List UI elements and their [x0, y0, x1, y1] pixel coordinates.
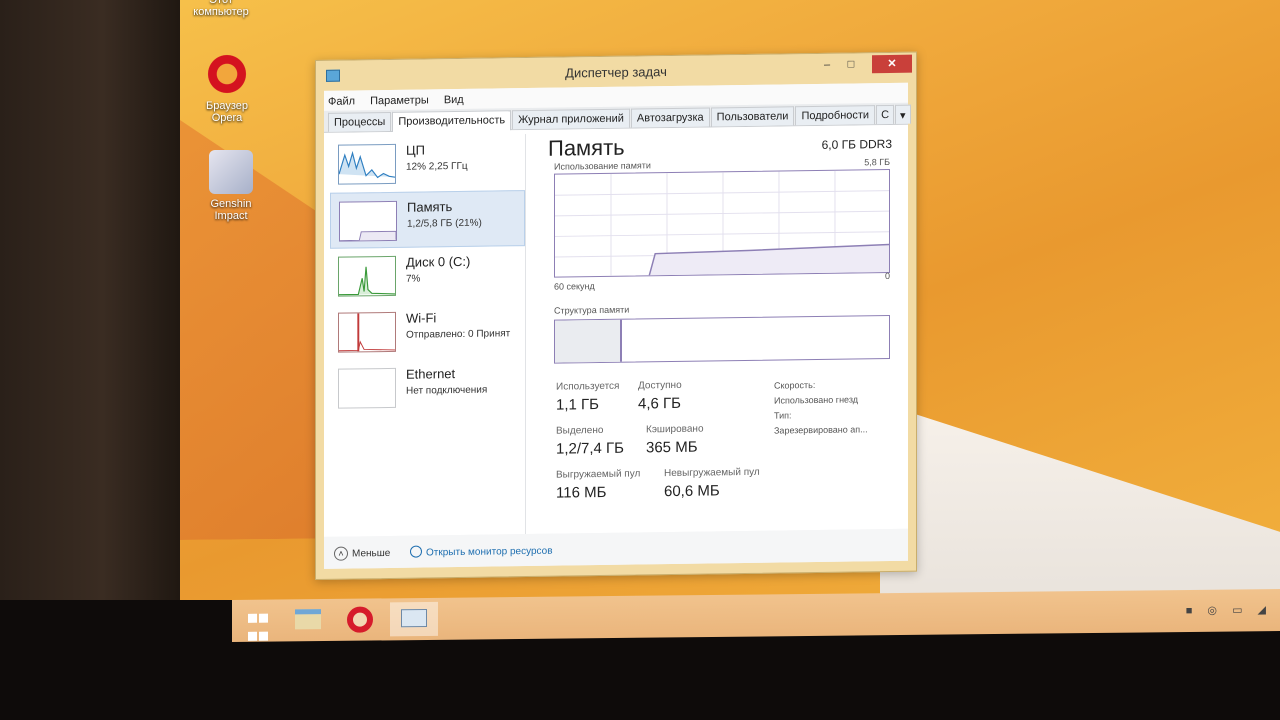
stat-label: Доступно — [638, 379, 682, 392]
opera-icon — [205, 52, 249, 96]
memory-structure-used — [555, 319, 622, 363]
taskbar-opera[interactable] — [340, 604, 380, 634]
menu-options[interactable]: Параметры — [370, 94, 429, 107]
memory-structure-bar — [554, 314, 890, 364]
fewer-details-button[interactable]: ˄ Меньше — [334, 546, 390, 561]
menu-view[interactable]: Вид — [444, 94, 464, 106]
stat-label: Выгружаемый пул — [556, 468, 641, 481]
stat-value: 60,6 МБ — [664, 482, 720, 501]
resource-sub: Нет подключения — [406, 384, 488, 397]
window-client: Файл Параметры Вид Процессы Производител… — [324, 82, 911, 569]
time-axis-label: 60 секунд — [554, 281, 595, 292]
close-button[interactable]: ✕ — [872, 54, 912, 74]
side-stat-speed: Скорость: — [774, 380, 816, 391]
wifi-mini-graph — [338, 311, 396, 353]
resource-sub: Отправлено: 0 Принят — [406, 328, 511, 341]
tab-scroll-button[interactable]: ▾ — [895, 104, 911, 124]
stat-label: Невыгружаемый пул — [664, 466, 760, 480]
memory-usage-graph — [554, 168, 890, 278]
chevron-up-icon: ˄ — [334, 546, 348, 561]
system-tray[interactable]: ■ ◎ ▭ ◢ — [1186, 603, 1272, 617]
stat-nonpaged-pool: Невыгружаемый пул 60,6 МБ — [664, 467, 760, 500]
desktop-icon-opera[interactable]: Браузер Opera — [192, 52, 262, 124]
zero-axis-label: 0 — [884, 270, 890, 282]
stat-committed: Выделено 1,2/7,4 ГБ — [556, 425, 624, 458]
menu-file[interactable]: Файл — [328, 95, 355, 107]
stat-value: 365 МБ — [646, 438, 698, 457]
minimize-button[interactable]: – — [814, 56, 840, 74]
structure-label: Структура памяти — [554, 304, 630, 316]
resource-item-disk[interactable]: Диск 0 (C:) 7% — [330, 246, 525, 305]
memory-detail: Память 6,0 ГБ DDR3 Использование памяти … — [538, 125, 900, 534]
stat-value: 1,2/7,4 ГБ — [556, 439, 625, 458]
window-footer: ˄ Меньше Открыть монитор ресурсов — [324, 528, 908, 569]
ethernet-mini-graph — [338, 367, 396, 409]
resource-item-memory[interactable]: Память 1,2/5,8 ГБ (21%) — [330, 190, 525, 249]
stat-value: 4,6 ГБ — [638, 394, 681, 413]
tab-app-history[interactable]: Журнал приложений — [512, 108, 630, 130]
stat-available: Доступно 4,6 ГБ — [638, 380, 682, 413]
memory-side-stats: Скорость: Использовано гнезд Тип: Зарезе… — [774, 377, 868, 438]
usage-label: Использование памяти — [554, 160, 651, 172]
tab-processes[interactable]: Процессы — [328, 111, 392, 132]
resource-sub: 1,2/5,8 ГБ (21%) — [407, 217, 482, 230]
memory-type: 6,0 ГБ DDR3 — [821, 136, 892, 152]
resource-item-ethernet[interactable]: Ethernet Нет подключения — [330, 358, 525, 417]
desktop-icon-genshin[interactable]: Genshin Impact — [196, 150, 266, 222]
side-stat-reserved: Зарезервировано ап... — [774, 424, 868, 436]
taskbar-explorer[interactable] — [288, 605, 328, 635]
genshin-icon — [209, 150, 253, 194]
tab-users[interactable]: Пользователи — [710, 106, 795, 127]
start-button[interactable] — [238, 606, 278, 641]
disk-mini-graph — [338, 255, 396, 297]
resource-name: Wi-Fi — [406, 310, 437, 326]
desktop-icon-this-pc[interactable]: Этот компьютер — [186, 0, 256, 18]
stat-label: Кэшировано — [646, 423, 704, 436]
tab-details[interactable]: Подробности — [795, 105, 876, 126]
file-explorer-icon — [295, 609, 321, 630]
tab-services[interactable]: С — [876, 104, 895, 125]
performance-panel: ЦП 12% 2,25 ГГц Память 1,2/5,8 ГБ (21%) — [324, 124, 908, 537]
wallpaper-shape — [880, 398, 1280, 602]
stat-value: 116 МБ — [556, 483, 607, 502]
usage-max-label: 5,8 ГБ — [864, 156, 890, 168]
side-stat-slots: Использовано гнезд — [774, 394, 859, 406]
task-manager-icon — [401, 608, 427, 628]
stat-label: Выделено — [556, 424, 604, 437]
fewer-details-label: Меньше — [352, 547, 391, 560]
side-stat-type: Тип: — [774, 410, 792, 421]
memory-mini-graph — [339, 200, 397, 242]
tab-startup[interactable]: Автозагрузка — [630, 107, 710, 128]
resource-list: ЦП 12% 2,25 ГГц Память 1,2/5,8 ГБ (21%) — [330, 134, 526, 537]
resource-item-wifi[interactable]: Wi-Fi Отправлено: 0 Принят — [330, 302, 525, 361]
desktop-icon-label: Браузер Opera — [206, 100, 248, 124]
resource-monitor-icon — [410, 545, 422, 558]
memory-title: Память — [548, 134, 625, 161]
desktop-icon-label: Этот компьютер — [193, 0, 249, 18]
resource-monitor-label: Открыть монитор ресурсов — [426, 545, 553, 559]
task-manager-window: Диспетчер задач – □ ✕ Файл Параметры Вид… — [315, 51, 917, 581]
open-resource-monitor-link[interactable]: Открыть монитор ресурсов — [410, 544, 553, 559]
windows-logo-icon — [238, 611, 278, 647]
taskbar-task-manager[interactable] — [390, 601, 438, 637]
resource-name: ЦП — [406, 142, 425, 158]
desktop-icon-label: Genshin Impact — [210, 198, 252, 222]
opera-icon — [347, 606, 373, 633]
resource-sub: 7% — [406, 273, 421, 285]
resource-sub: 12% 2,25 ГГц — [406, 160, 468, 173]
resource-name: Память — [407, 199, 453, 215]
stat-value: 1,1 ГБ — [556, 396, 599, 414]
resource-name: Диск 0 (C:) — [406, 253, 471, 270]
cpu-mini-graph — [338, 143, 396, 185]
maximize-button[interactable]: □ — [838, 55, 864, 73]
stat-label: Используется — [556, 380, 620, 393]
stat-cached: Кэшировано 365 МБ — [646, 424, 704, 457]
stat-in-use: Используется 1,1 ГБ — [556, 381, 619, 414]
resource-item-cpu[interactable]: ЦП 12% 2,25 ГГц — [330, 134, 525, 193]
stat-paged-pool: Выгружаемый пул 116 МБ — [556, 468, 640, 501]
resource-name: Ethernet — [406, 366, 456, 382]
